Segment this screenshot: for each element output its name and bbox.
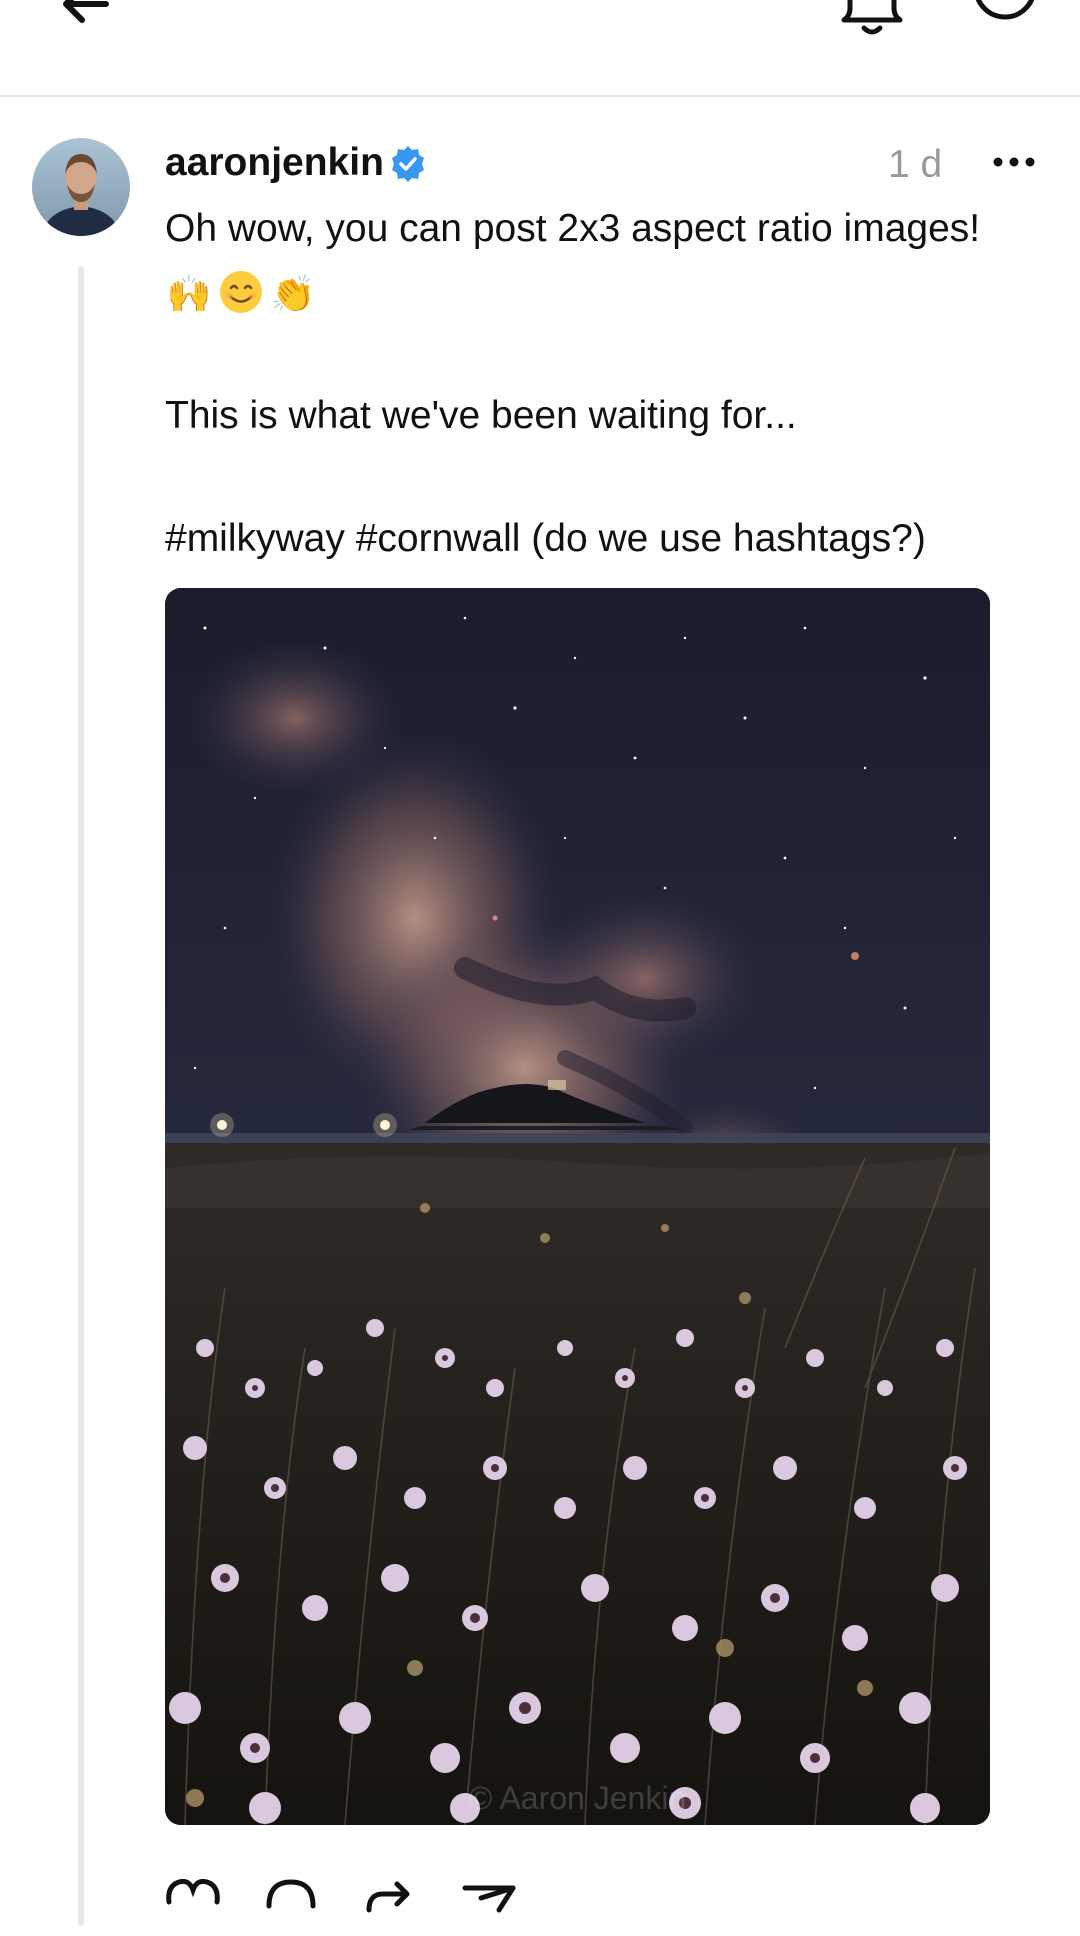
clapping-hands-emoji: 👏 — [271, 273, 316, 315]
username[interactable]: aaronjenkin — [165, 140, 384, 187]
more-circle-icon[interactable] — [972, 0, 1038, 36]
raising-hands-emoji: 🙌 — [167, 274, 212, 315]
timestamp: 1 d — [888, 143, 943, 186]
back-arrow-icon[interactable] — [58, 0, 118, 34]
comment-icon[interactable] — [263, 1876, 319, 1920]
post-image[interactable]: © Aaron Jenkin — [165, 588, 990, 1825]
thread-line — [78, 266, 84, 1926]
verified-badge-icon — [392, 146, 424, 182]
svg-text:🙌: 🙌 — [167, 274, 212, 315]
post: aaronjenkin 1 d Oh wow, you can post 2x3… — [0, 98, 1080, 1926]
post-text-line: Oh wow, you can post 2x3 aspect ratio im… — [165, 207, 981, 250]
send-icon[interactable] — [461, 1876, 517, 1920]
heart-icon[interactable] — [165, 1876, 221, 1920]
svg-text:👏: 👏 — [271, 273, 316, 315]
avatar[interactable] — [32, 138, 130, 236]
repost-icon[interactable] — [361, 1876, 417, 1920]
smiling-face-emoji — [220, 271, 262, 313]
post-text-line: This is what we've been waiting for... — [165, 394, 797, 437]
ellipsis-icon[interactable] — [992, 156, 1036, 168]
emoji-row: 🙌 👏 — [165, 268, 317, 316]
bell-icon[interactable] — [840, 0, 904, 42]
post-hashtags[interactable]: #milkyway #cornwall (do we use hashtags?… — [165, 516, 926, 563]
top-bar — [0, 0, 1080, 97]
image-watermark: © Aaron Jenkin — [468, 1780, 687, 1816]
